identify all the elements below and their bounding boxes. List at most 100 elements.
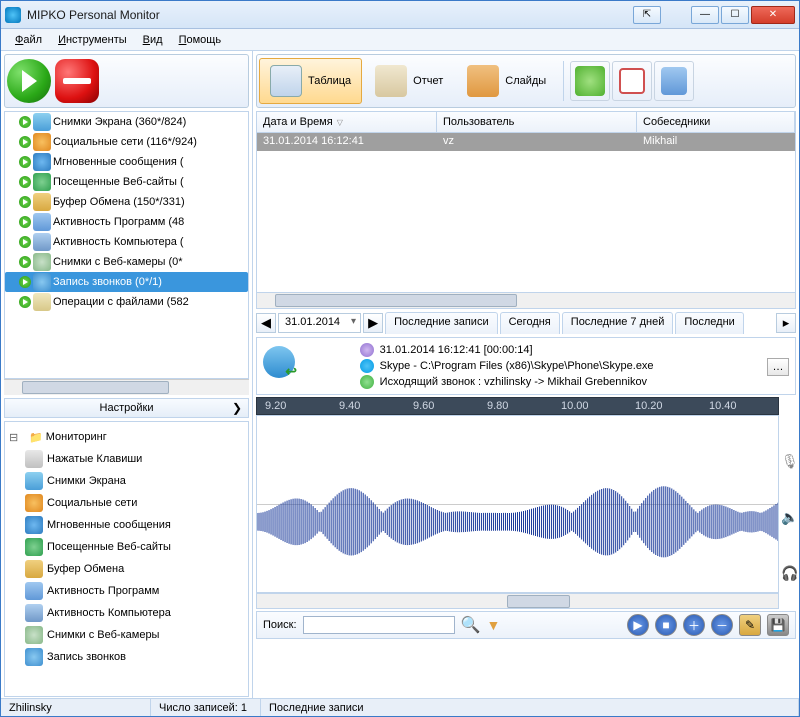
stop-audio-button[interactable]: ■ xyxy=(655,614,677,636)
stop-button[interactable] xyxy=(55,59,99,103)
tree-hscrollbar[interactable] xyxy=(4,379,249,395)
control-row xyxy=(4,54,249,108)
menu-help[interactable]: Помощь xyxy=(171,31,230,49)
tree-item[interactable]: Посещенные Веб-сайты ( xyxy=(5,172,248,192)
settings-item[interactable]: Снимки Экрана xyxy=(7,470,246,492)
minimize-button[interactable]: — xyxy=(691,6,719,24)
volume-icon[interactable]: 🔈 xyxy=(781,509,795,523)
settings-item[interactable]: Запись звонков xyxy=(7,646,246,668)
tree-item[interactable]: Снимки с Веб-камеры (0* xyxy=(5,252,248,272)
col-user[interactable]: Пользователь xyxy=(437,112,637,132)
settings-tree[interactable]: 📁 МониторингНажатые КлавишиСнимки Экрана… xyxy=(4,421,249,697)
calendar-button[interactable] xyxy=(612,61,652,101)
search-icon[interactable]: 🔍 xyxy=(461,615,481,635)
chevron-down-icon: ❯ xyxy=(232,401,242,415)
col-datetime[interactable]: Дата и Время▽ xyxy=(257,112,437,132)
ruler-tick: 10.20 xyxy=(635,400,663,412)
col-peers[interactable]: Собеседники xyxy=(637,112,795,132)
ic-social-icon xyxy=(33,133,51,151)
settings-item-label: Мгновенные сообщения xyxy=(47,519,171,531)
view-slides-label: Слайды xyxy=(505,75,546,87)
wave-hscrollbar[interactable] xyxy=(256,593,779,609)
status-user: Zhilinsky xyxy=(1,699,151,716)
ruler-tick: 9.20 xyxy=(265,400,286,412)
settings-header[interactable]: Настройки ❯ xyxy=(4,398,249,418)
detail-header: Запись звонков 31.01.2014 16:12:41 [00:0… xyxy=(256,337,796,395)
ic-call-icon xyxy=(25,648,43,666)
title-bar: MIPKO Personal Monitor ⇱ — ☐ ✕ xyxy=(1,1,799,29)
ic-clip-icon xyxy=(25,560,43,578)
tab-week[interactable]: Последние 7 дней xyxy=(562,312,674,334)
date-tabs-row: ◀ 31.01.2014 ▶ Последние записи Сегодня … xyxy=(256,311,796,335)
tree-item-label: Запись звонков (0*/1) xyxy=(53,276,162,288)
menu-view[interactable]: Вид xyxy=(135,31,171,49)
tab-latest[interactable]: Последние записи xyxy=(385,312,498,334)
search-input[interactable] xyxy=(303,616,455,634)
ruler-tick: 9.80 xyxy=(487,400,508,412)
grid-hscrollbar[interactable] xyxy=(256,293,796,309)
grid-row[interactable]: 31.01.2014 16:12:41 vz Mikhail xyxy=(257,133,795,151)
edit-button[interactable]: ✎ xyxy=(739,614,761,636)
settings-root[interactable]: 📁 Мониторинг xyxy=(7,426,246,448)
ic-keys-icon xyxy=(25,450,43,468)
date-next-button[interactable]: ▶ xyxy=(363,313,383,333)
zoom-in-button[interactable]: ＋ xyxy=(683,614,705,636)
close-button[interactable]: ✕ xyxy=(751,6,795,24)
tab-today[interactable]: Сегодня xyxy=(500,312,560,334)
ic-im-icon xyxy=(33,153,51,171)
grid-body[interactable]: 31.01.2014 16:12:41 vz Mikhail xyxy=(256,133,796,293)
tab-more[interactable]: Последни xyxy=(675,312,743,334)
settings-item[interactable]: Мгновенные сообщения xyxy=(7,514,246,536)
tree-item[interactable]: Запись звонков (0*/1) xyxy=(5,272,248,292)
settings-item[interactable]: Активность Программ xyxy=(7,580,246,602)
view-slides-button[interactable]: Слайды xyxy=(456,58,557,104)
ruler-tick: 10.00 xyxy=(561,400,589,412)
ic-im-icon xyxy=(25,516,43,534)
play-audio-button[interactable]: ▶ xyxy=(627,614,649,636)
settings-item[interactable]: Социальные сети xyxy=(7,492,246,514)
more-button[interactable]: … xyxy=(767,358,789,376)
play-indicator-icon xyxy=(19,216,31,228)
menu-file[interactable]: Файл xyxy=(7,31,50,49)
refresh-icon xyxy=(575,66,605,96)
start-button[interactable] xyxy=(7,59,51,103)
date-picker[interactable]: 31.01.2014 xyxy=(278,313,361,333)
tree-item[interactable]: Снимки Экрана (360*/824) xyxy=(5,112,248,132)
trash-button[interactable] xyxy=(654,61,694,101)
menu-tools[interactable]: Инструменты xyxy=(50,31,135,49)
tree-item[interactable]: Активность Программ (48 xyxy=(5,212,248,232)
date-prev-button[interactable]: ◀ xyxy=(256,313,276,333)
save-button[interactable]: 💾 xyxy=(767,614,789,636)
settings-item[interactable]: Нажатые Клавиши xyxy=(7,448,246,470)
settings-item[interactable]: Посещенные Веб-сайты xyxy=(7,536,246,558)
zoom-out-button[interactable]: － xyxy=(711,614,733,636)
ic-cam-icon xyxy=(25,626,43,644)
view-report-label: Отчет xyxy=(413,75,443,87)
settings-item[interactable]: Снимки с Веб-камеры xyxy=(7,624,246,646)
popout-button[interactable]: ⇱ xyxy=(633,6,661,24)
refresh-button[interactable] xyxy=(570,61,610,101)
settings-item[interactable]: Активность Компьютера xyxy=(7,602,246,624)
tree-item[interactable]: Мгновенные сообщения ( xyxy=(5,152,248,172)
settings-item[interactable]: Буфер Обмена xyxy=(7,558,246,580)
view-report-button[interactable]: Отчет xyxy=(364,58,454,104)
maximize-button[interactable]: ☐ xyxy=(721,6,749,24)
ic-cam-icon xyxy=(33,253,51,271)
tree-item[interactable]: Социальные сети (116*/924) xyxy=(5,132,248,152)
tree-item-label: Снимки с Веб-камеры (0* xyxy=(53,256,183,268)
filter-icon[interactable]: ▼ xyxy=(486,617,500,633)
tree-item[interactable]: Буфер Обмена (150*/331) xyxy=(5,192,248,212)
headphone-icon[interactable]: 🎧 xyxy=(781,565,795,579)
tree-item[interactable]: Активность Компьютера ( xyxy=(5,232,248,252)
tabs-overflow-button[interactable]: ▸ xyxy=(776,313,796,333)
play-indicator-icon xyxy=(19,116,31,128)
play-indicator-icon xyxy=(19,176,31,188)
tree-item[interactable]: Операции с файлами (582 xyxy=(5,292,248,312)
category-tree[interactable]: Снимки Экрана (360*/824)Социальные сети … xyxy=(4,111,249,379)
view-table-button[interactable]: Таблица xyxy=(259,58,362,104)
play-indicator-icon xyxy=(19,296,31,308)
waveform-area[interactable] xyxy=(256,415,779,593)
mic-icon[interactable]: 🎙 xyxy=(781,453,795,467)
sort-icon: ▽ xyxy=(337,118,343,127)
cell-datetime: 31.01.2014 16:12:41 xyxy=(257,133,437,151)
